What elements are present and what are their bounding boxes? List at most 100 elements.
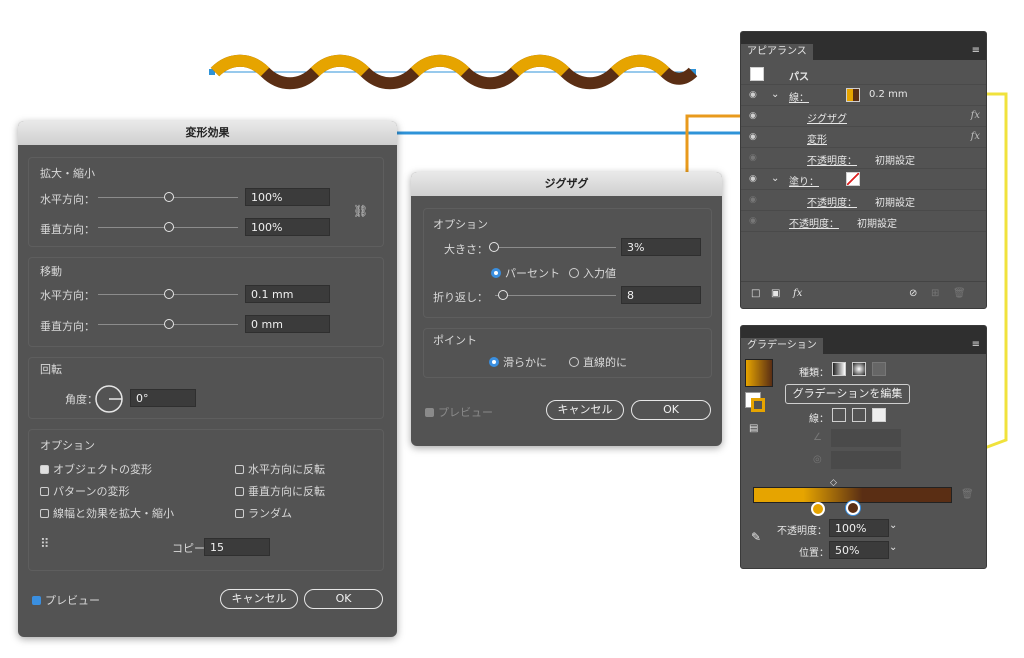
checkbox-checked-icon[interactable] xyxy=(425,408,434,417)
eye-icon[interactable]: ◉ xyxy=(749,216,759,226)
panel-menu-icon[interactable]: ≡ xyxy=(972,339,980,350)
chevron-down-icon[interactable]: ⌄ xyxy=(889,520,897,531)
zz-size-knob[interactable] xyxy=(489,242,499,252)
gradient-location-field[interactable]: 50% xyxy=(829,541,889,559)
gradient-preview-swatch[interactable] xyxy=(745,359,773,387)
move-h-field[interactable]: 0.1 mm xyxy=(245,285,330,303)
fx-icon[interactable]: fx xyxy=(971,110,980,121)
fill-none-swatch-icon[interactable] xyxy=(846,172,860,186)
opacity-label[interactable]: 不透明度： xyxy=(807,194,857,209)
radio-icon[interactable] xyxy=(569,268,579,278)
fill-stroke-swap-icon[interactable] xyxy=(745,392,767,414)
eye-icon[interactable]: ◉ xyxy=(749,111,759,121)
eye-icon[interactable]: ◉ xyxy=(749,195,759,205)
radio-selected-icon[interactable] xyxy=(489,357,499,367)
move-h-knob[interactable] xyxy=(164,289,174,299)
opacity-label[interactable]: 不透明度： xyxy=(789,215,839,230)
zz-ridges-knob[interactable] xyxy=(498,290,508,300)
zz-corner-radio[interactable]: 直線的に xyxy=(569,354,627,370)
radial-gradient-icon[interactable] xyxy=(852,362,866,376)
scale-v-field[interactable]: 100% xyxy=(245,218,330,236)
checkbox-checked-icon[interactable] xyxy=(32,596,41,605)
chevron-down-icon[interactable]: ⌄ xyxy=(889,542,897,553)
zz-ridges-slider[interactable] xyxy=(495,295,616,296)
linear-gradient-icon[interactable] xyxy=(832,362,846,376)
stroke-within-icon[interactable] xyxy=(832,408,846,422)
zz-ok-button[interactable]: OK xyxy=(631,400,711,420)
appearance-transform-row[interactable]: ◉ 変形 fx xyxy=(741,127,986,148)
appearance-path-row[interactable]: パス xyxy=(741,64,986,85)
eye-icon[interactable]: ◉ xyxy=(749,90,759,100)
checkbox-icon[interactable] xyxy=(40,487,49,496)
stroke-swatch-icon[interactable] xyxy=(846,88,860,102)
fx-icon[interactable]: fx xyxy=(971,131,980,142)
panel-menu-icon[interactable]: ≡ xyxy=(972,45,980,56)
appearance-zigzag-row[interactable]: ◉ ジグザグ fx xyxy=(741,106,986,127)
appearance-stroke-row[interactable]: ◉ ⌄ 線： 0.2 mm xyxy=(741,85,986,106)
disclosure-icon[interactable]: ⌄ xyxy=(771,173,779,184)
add-effect-icon[interactable]: fx xyxy=(793,288,802,299)
move-v-field[interactable]: 0 mm xyxy=(245,315,330,333)
clear-appearance-icon[interactable]: ⊘ xyxy=(909,288,917,299)
eye-icon[interactable]: ◉ xyxy=(749,132,759,142)
aspect-ratio-field[interactable] xyxy=(831,451,901,469)
gradient-opacity-field[interactable]: 100% xyxy=(829,519,889,537)
stroke-value[interactable]: 0.2 mm xyxy=(869,89,908,100)
checkbox-icon[interactable] xyxy=(40,509,49,518)
opt-random[interactable]: ランダム xyxy=(235,505,292,521)
appearance-stroke-opacity-row[interactable]: ◉ 不透明度： 初期設定 xyxy=(741,148,986,169)
angle-dial-icon[interactable] xyxy=(94,384,124,414)
ok-button[interactable]: OK xyxy=(304,589,383,609)
appearance-fill-row[interactable]: ◉ ⌄ 塗り： xyxy=(741,169,986,190)
edit-gradient-button[interactable]: グラデーションを編集 xyxy=(785,384,910,404)
duplicate-item-icon[interactable]: ⊞ xyxy=(931,288,939,299)
gradient-tab[interactable]: グラデーション xyxy=(741,338,823,354)
add-stroke-icon[interactable]: □ xyxy=(751,288,760,299)
checkbox-icon[interactable] xyxy=(235,509,244,518)
disclosure-icon[interactable]: ⌄ xyxy=(771,89,779,100)
appearance-object-opacity-row[interactable]: ◉ 不透明度： 初期設定 xyxy=(741,211,986,232)
zz-size-field[interactable]: 3% xyxy=(621,238,701,256)
angle-field[interactable]: 0° xyxy=(130,389,196,407)
eye-icon[interactable]: ◉ xyxy=(749,174,759,184)
opt-reflect-y[interactable]: 垂直方向に反転 xyxy=(235,483,325,499)
reference-point-icon[interactable]: ⠿ xyxy=(40,538,56,554)
zigzag-effect-label[interactable]: ジグザグ xyxy=(807,110,847,125)
trash-icon[interactable]: 🗑 xyxy=(961,489,974,500)
move-v-knob[interactable] xyxy=(164,319,174,329)
zz-ridges-field[interactable]: 8 xyxy=(621,286,701,304)
zz-relative-radio[interactable]: パーセント xyxy=(491,265,560,281)
radio-icon[interactable] xyxy=(569,357,579,367)
checkbox-icon[interactable] xyxy=(235,465,244,474)
transform-effect-label[interactable]: 変形 xyxy=(807,131,827,146)
checkbox-icon[interactable] xyxy=(235,487,244,496)
eyedropper-icon[interactable]: ✎ xyxy=(751,530,761,544)
stroke-across-icon[interactable] xyxy=(872,408,886,422)
opt-transform-patterns[interactable]: パターンの変形 xyxy=(40,483,129,499)
scale-h-knob[interactable] xyxy=(164,192,174,202)
zz-cancel-button[interactable]: キャンセル xyxy=(546,400,624,420)
radio-selected-icon[interactable] xyxy=(491,268,501,278)
opt-reflect-x[interactable]: 水平方向に反転 xyxy=(235,461,325,477)
opt-scale-strokes[interactable]: 線幅と効果を拡大・縮小 xyxy=(40,505,174,521)
color-stop-orange[interactable] xyxy=(811,502,825,516)
eye-icon[interactable]: ◉ xyxy=(749,153,759,163)
appearance-fill-opacity-row[interactable]: ◉ 不透明度： 初期設定 xyxy=(741,190,986,211)
preview-checkbox[interactable]: プレビュー xyxy=(32,592,100,608)
cancel-button[interactable]: キャンセル xyxy=(220,589,298,609)
checkbox-checked-icon[interactable] xyxy=(40,465,49,474)
opt-transform-objects[interactable]: オブジェクトの変形 xyxy=(40,461,152,477)
zz-size-slider[interactable] xyxy=(491,247,616,248)
scale-h-field[interactable]: 100% xyxy=(245,188,330,206)
zz-absolute-radio[interactable]: 入力値 xyxy=(569,265,616,281)
gradient-annotator-icon[interactable]: ▤ xyxy=(749,423,758,434)
appearance-tab[interactable]: アピアランス xyxy=(741,44,813,60)
zz-smooth-radio[interactable]: 滑らかに xyxy=(489,354,547,370)
stroke-along-icon[interactable] xyxy=(852,408,866,422)
scale-v-knob[interactable] xyxy=(164,222,174,232)
color-stop-brown[interactable] xyxy=(846,501,860,515)
opacity-label[interactable]: 不透明度： xyxy=(807,152,857,167)
link-icon[interactable]: ⛓ xyxy=(353,204,368,218)
freeform-gradient-icon[interactable] xyxy=(872,362,886,376)
copies-field[interactable]: 15 xyxy=(204,538,270,556)
